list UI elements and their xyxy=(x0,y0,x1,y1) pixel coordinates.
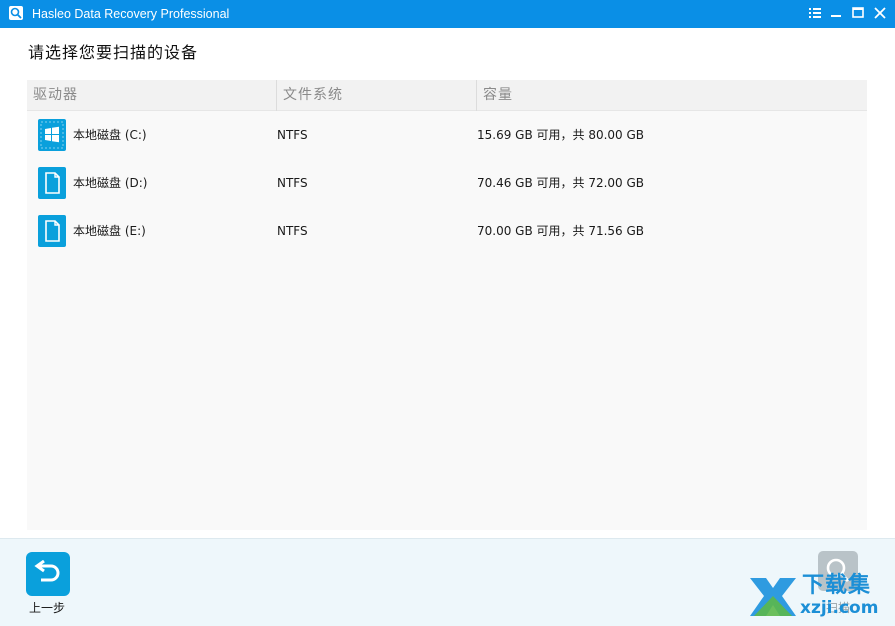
drive-capacity: 15.69 GB 可用，共 80.00 GB xyxy=(477,128,645,142)
return-arrow-icon xyxy=(34,560,60,582)
watermark-text-bottom: xzji.com xyxy=(800,598,879,618)
window-title: Hasleo Data Recovery Professional xyxy=(32,7,230,21)
column-header-filesystem[interactable]: 文件系统 xyxy=(276,80,476,111)
magnifier-disk-icon xyxy=(8,5,24,21)
drive-filesystem: NTFS xyxy=(277,224,308,238)
drive-capacity: 70.46 GB 可用，共 72.00 GB xyxy=(477,176,645,190)
watermark-logo-icon xyxy=(746,574,800,624)
drive-name: 本地磁盘 (D:) xyxy=(73,176,148,190)
watermark-text-top: 下载集 xyxy=(802,573,872,598)
table-row[interactable]: 本地磁盘 (E:) NTFS 70.00 GB 可用，共 71.56 GB xyxy=(27,208,867,254)
document-drive-icon xyxy=(38,167,66,199)
device-table: 驱动器 文件系统 容量 本地磁盘 (C:) NTFS 15.69 GB 可用，共… xyxy=(27,80,867,530)
menu-list-icon[interactable] xyxy=(805,3,825,23)
watermark: 下载集 xzji.com xyxy=(744,572,890,622)
column-header-drive[interactable]: 驱动器 xyxy=(27,80,276,111)
title-bar: Hasleo Data Recovery Professional xyxy=(0,0,895,28)
drive-capacity: 70.00 GB 可用，共 71.56 GB xyxy=(477,224,645,238)
table-row[interactable]: 本地磁盘 (C:) NTFS 15.69 GB 可用，共 80.00 GB xyxy=(27,112,867,158)
drive-name: 本地磁盘 (E:) xyxy=(73,224,146,238)
drive-name: 本地磁盘 (C:) xyxy=(73,128,147,142)
maximize-icon[interactable] xyxy=(848,3,868,23)
table-header: 驱动器 文件系统 容量 xyxy=(27,80,867,111)
table-row[interactable]: 本地磁盘 (D:) NTFS 70.46 GB 可用，共 72.00 GB xyxy=(27,160,867,206)
windows-drive-icon xyxy=(38,119,66,151)
document-drive-icon xyxy=(38,215,66,247)
back-button[interactable] xyxy=(26,552,70,596)
back-button-label[interactable]: 上一步 xyxy=(29,600,65,616)
page-title: 请选择您要扫描的设备 xyxy=(28,43,199,62)
close-icon[interactable] xyxy=(870,3,890,23)
drive-filesystem: NTFS xyxy=(277,176,308,190)
minimize-icon[interactable] xyxy=(826,3,846,23)
column-header-capacity[interactable]: 容量 xyxy=(476,80,867,111)
drive-filesystem: NTFS xyxy=(277,128,308,142)
